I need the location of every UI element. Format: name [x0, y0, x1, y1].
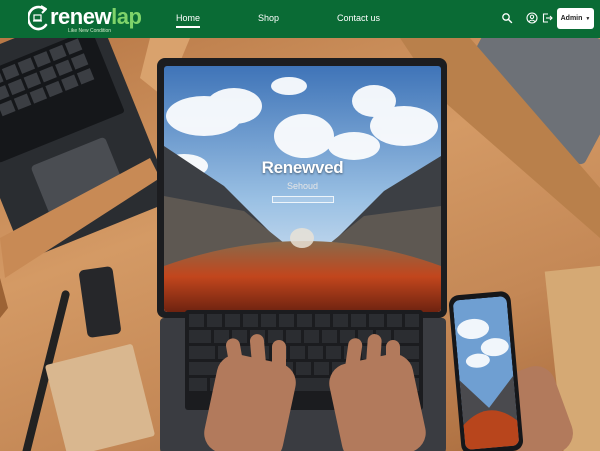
laptop-screen: Renewved Sehoud [164, 66, 441, 312]
caret-down-icon: ▼ [585, 15, 591, 22]
brand-logo[interactable]: renewlap Like New Condition [28, 2, 142, 36]
search-icon[interactable] [501, 12, 513, 24]
user-icon[interactable] [526, 12, 538, 24]
brand-tagline: Like New Condition [68, 28, 112, 34]
brand-name-part1: renew [50, 4, 112, 29]
brand-name: renewlap [50, 4, 142, 29]
admin-dropdown-button[interactable]: Admin ▼ [557, 8, 594, 29]
logout-icon[interactable] [541, 12, 553, 24]
brand-name-part2: lap [111, 4, 142, 29]
navbar: renewlap Like New Condition Home Shop Co… [0, 0, 600, 38]
phone-landscape-graphic [452, 295, 520, 451]
screen-input-graphic [272, 196, 334, 203]
hero-image: Renewved Sehoud [0, 38, 600, 451]
recycle-ring-icon [28, 5, 48, 31]
nav-link-shop[interactable]: Shop [258, 12, 279, 24]
screen-subtitle: Sehoud [286, 181, 319, 191]
admin-label: Admin [560, 15, 583, 22]
smartphone-screen [452, 295, 520, 451]
nav-link-home[interactable]: Home [176, 12, 201, 28]
screen-title: Renewved [261, 158, 344, 177]
nav-link-contact[interactable]: Contact us [337, 12, 380, 24]
